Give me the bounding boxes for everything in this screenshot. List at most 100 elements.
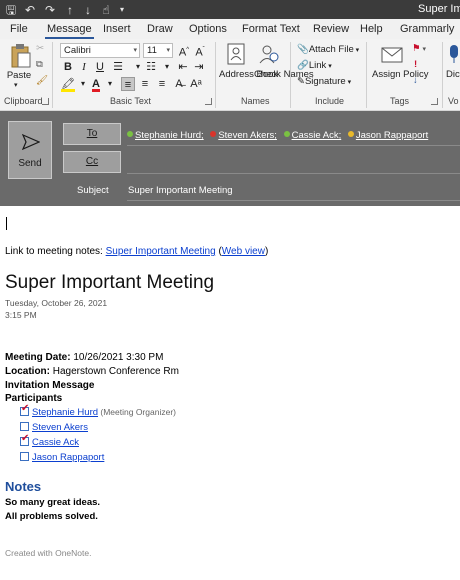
align-left-icon[interactable]: ≡ <box>121 77 135 91</box>
separator <box>290 42 291 108</box>
tab-review[interactable]: Review <box>313 23 349 35</box>
save-icon[interactable]: 🖫 <box>3 2 19 18</box>
check-names-button[interactable]: Check Names <box>254 69 314 80</box>
ribbon: Paste ▾ ✂ ⧉ 🖌 Clipboard Calibri ▾ 11 ▾ A^ … <box>0 39 460 111</box>
subject-input[interactable]: Super Important Meeting <box>128 185 233 196</box>
attach-file-button[interactable]: 📎Attach File ▾ <box>297 44 359 55</box>
to-recipients[interactable]: Stephanie Hurd; Steven Akers; Cassie Ack… <box>127 130 432 141</box>
tab-draw[interactable]: Draw <box>147 23 173 35</box>
underline-icon[interactable]: U <box>93 60 107 74</box>
low-importance-icon[interactable]: ↓ <box>413 75 418 86</box>
tab-file[interactable]: File <box>10 23 28 35</box>
highlight-dropdown-icon[interactable]: ▾ <box>76 77 90 91</box>
customize-toolbar-icon[interactable]: ▾ <box>114 2 130 18</box>
high-importance-icon[interactable]: ! <box>414 59 417 70</box>
paste-dropdown-icon[interactable]: ▾ <box>14 81 18 89</box>
cc-button[interactable]: Cc <box>63 151 121 173</box>
bold-icon[interactable]: B <box>61 60 75 74</box>
paste-icon[interactable] <box>10 43 32 69</box>
link-prefix-text: Link to meeting notes: <box>5 246 106 257</box>
format-painter-icon[interactable]: 🖌 <box>36 75 48 86</box>
tags-launcher-icon[interactable] <box>431 98 438 105</box>
tab-format-text[interactable]: Format Text <box>242 23 300 35</box>
previous-item-icon[interactable]: ↑ <box>62 2 78 18</box>
recipient-chip[interactable]: Stephanie Hurd; <box>127 130 204 141</box>
italic-icon[interactable]: I <box>77 60 91 74</box>
assign-policy-icon[interactable] <box>380 43 404 65</box>
increase-indent-icon[interactable]: ⇥ <box>192 60 206 74</box>
meeting-date-label: Meeting Date: <box>5 352 71 363</box>
paste-button[interactable]: Paste <box>6 70 32 81</box>
notes-heading: Notes <box>5 479 42 494</box>
recipient-name: Cassie Ack; <box>291 130 342 141</box>
clear-formatting-icon[interactable]: A̶ <box>172 77 186 91</box>
address-book-icon[interactable] <box>226 43 246 65</box>
font-size-select[interactable]: 11 ▾ <box>143 43 173 58</box>
signature-button[interactable]: ✎Signature ▾ <box>297 76 351 87</box>
copy-icon[interactable]: ⧉ <box>36 59 43 70</box>
next-item-icon[interactable]: ↓ <box>80 2 96 18</box>
recipient-name: Steven Akers; <box>218 130 277 141</box>
clipboard-launcher-icon[interactable] <box>42 98 49 105</box>
recipient-chip[interactable]: Jason Rappaport <box>347 130 429 141</box>
touch-mode-icon[interactable]: ☝ <box>98 2 114 18</box>
checkbox-icon[interactable] <box>20 422 29 431</box>
redo-icon[interactable]: ↷ <box>42 2 58 18</box>
font-name-select[interactable]: Calibri ▾ <box>60 43 140 58</box>
send-button[interactable]: Send <box>8 121 52 179</box>
check-names-icon[interactable] <box>258 43 280 65</box>
meeting-notes-link[interactable]: Super Important Meeting <box>106 246 216 257</box>
checkbox-checked-icon[interactable] <box>20 403 29 416</box>
assign-policy-button[interactable]: Assign Policy <box>372 69 429 80</box>
dictate-button[interactable]: Dict <box>446 69 460 80</box>
cc-field-underline[interactable] <box>127 173 460 174</box>
font-color-dropdown-icon[interactable]: ▾ <box>103 77 117 91</box>
tab-grammarly[interactable]: Grammarly <box>400 23 454 35</box>
tab-message[interactable]: Message <box>45 23 94 39</box>
align-right-icon[interactable]: ≡ <box>155 77 169 91</box>
undo-icon[interactable]: ↶ <box>22 2 38 18</box>
grow-font-icon[interactable]: A^ <box>177 43 191 59</box>
follow-up-flag-icon[interactable]: ⚑ ▾ <box>412 43 426 54</box>
notes-line: So many great ideas. <box>5 497 101 508</box>
participant-link[interactable]: Jason Rappaport <box>32 452 104 463</box>
tab-options[interactable]: Options <box>189 23 227 35</box>
link-button[interactable]: 🔗Link ▾ <box>297 60 332 71</box>
tab-help[interactable]: Help <box>360 23 383 35</box>
recipient-chip[interactable]: Steven Akers; <box>210 130 277 141</box>
recipient-name: Jason Rappaport <box>355 130 429 141</box>
numbering-icon[interactable]: ☷ <box>144 60 158 74</box>
participant-link[interactable]: Stephanie Hurd <box>32 407 98 418</box>
location-label: Location: <box>5 366 50 377</box>
bullets-icon[interactable]: ☰ <box>111 60 125 74</box>
dictate-icon[interactable] <box>448 43 460 65</box>
meeting-date-value: 10/26/2021 3:30 PM <box>70 352 164 363</box>
basic-text-launcher-icon[interactable] <box>205 98 212 105</box>
recipient-chip[interactable]: Cassie Ack; <box>283 130 342 141</box>
page-title: Super Important Meeting <box>5 272 215 293</box>
presence-icon <box>283 131 290 137</box>
meeting-date-line: Meeting Date: 10/26/2021 3:30 PM <box>5 352 163 363</box>
send-label: Send <box>18 158 42 169</box>
location-value: Hagerstown Conference Rm <box>50 366 179 377</box>
participant-link[interactable]: Steven Akers <box>32 422 88 433</box>
participant-link[interactable]: Cassie Ack <box>32 437 79 448</box>
address-book-button[interactable]: Address Book <box>219 69 278 80</box>
web-view-link[interactable]: Web view <box>222 246 265 257</box>
styles-icon[interactable]: Aᵃ <box>189 77 203 91</box>
highlight-icon[interactable]: 🖍 <box>61 77 75 92</box>
to-field-underline <box>127 145 460 146</box>
checkbox-checked-icon[interactable] <box>20 433 29 446</box>
to-button[interactable]: To <box>63 123 121 145</box>
group-label-basic-text: Basic Text <box>110 96 151 106</box>
decrease-indent-icon[interactable]: ⇤ <box>176 60 190 74</box>
numbering-dropdown-icon[interactable]: ▾ <box>160 60 174 74</box>
cut-icon[interactable]: ✂ <box>36 43 44 54</box>
participant-item: Cassie Ack <box>20 433 79 448</box>
font-color-icon[interactable]: A <box>89 77 103 92</box>
bullets-dropdown-icon[interactable]: ▾ <box>131 60 145 74</box>
tab-insert[interactable]: Insert <box>103 23 131 35</box>
shrink-font-icon[interactable]: Aˇ <box>193 43 207 59</box>
checkbox-icon[interactable] <box>20 452 29 461</box>
align-center-icon[interactable]: ≡ <box>138 77 152 91</box>
